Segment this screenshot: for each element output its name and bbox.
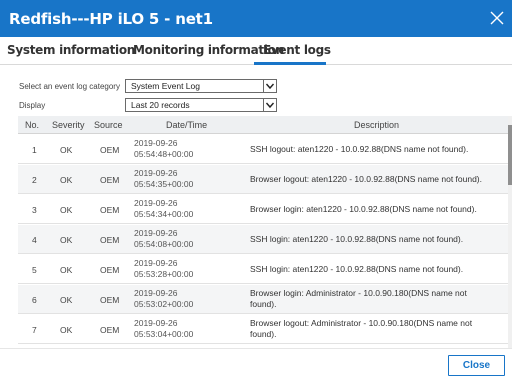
title-bar: Redfish---HP iLO 5 - net1: [0, 0, 512, 37]
row-date: 2019-09-26: [134, 138, 178, 148]
row-source: OEM: [100, 145, 120, 155]
row-date: 2019-09-26: [134, 198, 178, 208]
row-number: 4: [32, 235, 37, 245]
row-number: 6: [32, 295, 37, 305]
row-description-line: SSH logout: aten1220 - 10.0.92.88(DNS na…: [250, 144, 469, 154]
display-select-value: Last 20 records: [131, 100, 190, 110]
table-scrollbar-thumb[interactable]: [508, 125, 512, 185]
tab-system-information[interactable]: System information: [7, 43, 135, 57]
column-header-source: Source: [94, 120, 123, 130]
table-row[interactable]: 3 OK OEM 2019-09-26 05:54:34+00:00 Brows…: [18, 195, 508, 224]
table-row[interactable]: 6 OK OEM 2019-09-26 05:53:02+00:00 Brows…: [18, 285, 508, 314]
row-source: OEM: [100, 265, 120, 275]
row-source: OEM: [100, 235, 120, 245]
table-row[interactable]: 1 OK OEM 2019-09-26 05:54:48+00:00 SSH l…: [18, 135, 508, 164]
row-description: SSH logout: aten1220 - 10.0.92.88(DNS na…: [250, 144, 500, 155]
row-source: OEM: [100, 175, 120, 185]
row-description: Browser login: aten1220 - 10.0.92.88(DNS…: [250, 204, 500, 215]
close-button[interactable]: Close: [448, 355, 505, 376]
row-number: 1: [32, 145, 37, 155]
row-description-line: Browser logout: aten1220 - 10.0.92.88(DN…: [250, 174, 483, 184]
row-description-line: Browser login: aten1220 - 10.0.92.88(DNS…: [250, 204, 477, 214]
row-source: OEM: [100, 325, 120, 335]
row-time: 05:54:35+00:00: [134, 179, 194, 189]
row-datetime: 2019-09-26 05:53:04+00:00: [134, 318, 193, 340]
row-description-line: Browser logout: Administrator - 10.0.90.…: [250, 318, 473, 328]
row-datetime: 2019-09-26 05:54:35+00:00: [134, 168, 193, 190]
row-datetime: 2019-09-26 05:53:28+00:00: [134, 258, 193, 280]
row-description-line: SSH login: aten1220 - 10.0.92.88(DNS nam…: [250, 264, 464, 274]
tab-event-logs[interactable]: Event logs: [263, 43, 331, 57]
event-log-dialog: Redfish---HP iLO 5 - net1 System informa…: [0, 0, 512, 387]
row-description-line-2: found).: [250, 299, 277, 309]
display-select[interactable]: Last 20 records: [125, 98, 277, 112]
row-date: 2019-09-26: [134, 228, 178, 238]
row-time: 05:54:48+00:00: [134, 149, 194, 159]
footer-divider: [0, 348, 512, 349]
tab-monitoring-information[interactable]: Monitoring information: [133, 43, 284, 57]
row-number: 2: [32, 175, 37, 185]
row-datetime: 2019-09-26 05:54:08+00:00: [134, 228, 193, 250]
row-time: 05:53:02+00:00: [134, 299, 194, 309]
row-number: 7: [32, 325, 37, 335]
table-row[interactable]: 4 OK OEM 2019-09-26 05:54:08+00:00 SSH l…: [18, 225, 508, 254]
row-source: OEM: [100, 205, 120, 215]
row-description-line-2: found).: [250, 329, 277, 339]
row-datetime: 2019-09-26 05:53:02+00:00: [134, 288, 193, 310]
row-description: SSH login: aten1220 - 10.0.92.88(DNS nam…: [250, 234, 500, 245]
row-datetime: 2019-09-26 05:54:48+00:00: [134, 138, 193, 160]
row-time: 05:54:08+00:00: [134, 239, 194, 249]
row-description: Browser login: Administrator - 10.0.90.1…: [250, 288, 500, 310]
tab-bar: System information Monitoring informatio…: [0, 37, 512, 65]
category-select-value: System Event Log: [131, 81, 200, 91]
column-header-description: Description: [354, 120, 400, 130]
row-source: OEM: [100, 295, 120, 305]
chevron-down-icon: [263, 99, 276, 111]
row-severity: OK: [60, 265, 73, 275]
table-header: No. Severity Source Date/Time Descriptio…: [18, 116, 508, 134]
close-icon[interactable]: [489, 10, 505, 26]
active-tab-indicator: [254, 62, 326, 65]
row-severity: OK: [60, 175, 73, 185]
column-header-datetime: Date/Time: [166, 120, 208, 130]
row-time: 05:53:04+00:00: [134, 329, 194, 339]
row-date: 2019-09-26: [134, 258, 178, 268]
row-date: 2019-09-26: [134, 288, 178, 298]
event-log-category-select[interactable]: System Event Log: [125, 79, 277, 93]
row-severity: OK: [60, 295, 73, 305]
category-label: Select an event log category: [19, 82, 120, 91]
column-header-severity: Severity: [52, 120, 85, 130]
row-severity: OK: [60, 325, 73, 335]
table-row[interactable]: 7 OK OEM 2019-09-26 05:53:04+00:00 Brows…: [18, 315, 508, 344]
row-description-line: SSH login: aten1220 - 10.0.92.88(DNS nam…: [250, 234, 464, 244]
row-description: SSH login: aten1220 - 10.0.92.88(DNS nam…: [250, 264, 500, 275]
window-title: Redfish---HP iLO 5 - net1: [9, 10, 213, 28]
chevron-down-icon: [263, 80, 276, 92]
row-severity: OK: [60, 205, 73, 215]
display-label: Display: [19, 101, 46, 110]
row-time: 05:54:34+00:00: [134, 209, 194, 219]
row-date: 2019-09-26: [134, 318, 178, 328]
row-severity: OK: [60, 145, 73, 155]
column-header-no: No.: [25, 120, 40, 130]
table-row[interactable]: 2 OK OEM 2019-09-26 05:54:35+00:00 Brows…: [18, 165, 508, 194]
row-datetime: 2019-09-26 05:54:34+00:00: [134, 198, 193, 220]
row-description-line: Browser login: Administrator - 10.0.90.1…: [250, 288, 467, 298]
row-severity: OK: [60, 235, 73, 245]
row-date: 2019-09-26: [134, 168, 178, 178]
row-number: 3: [32, 205, 37, 215]
row-description: Browser logout: Administrator - 10.0.90.…: [250, 318, 500, 340]
table-row[interactable]: 5 OK OEM 2019-09-26 05:53:28+00:00 SSH l…: [18, 255, 508, 284]
row-description: Browser logout: aten1220 - 10.0.92.88(DN…: [250, 174, 500, 185]
row-number: 5: [32, 265, 37, 275]
row-time: 05:53:28+00:00: [134, 269, 194, 279]
